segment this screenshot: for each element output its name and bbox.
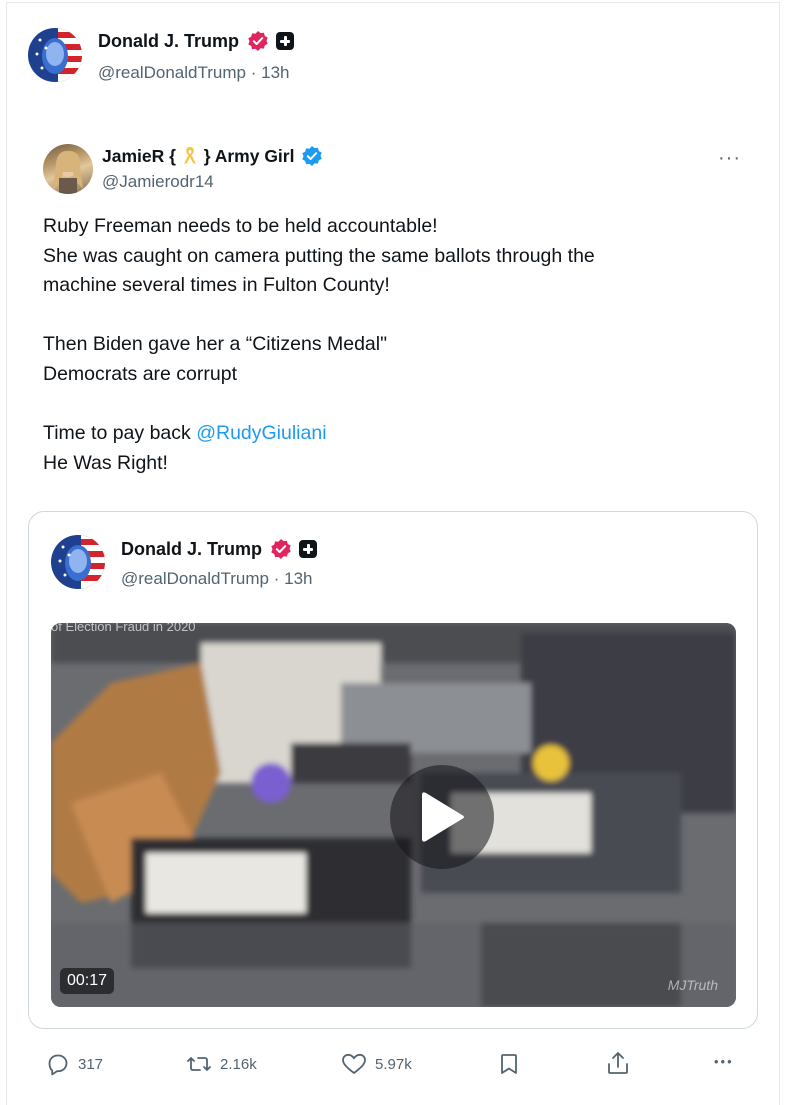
play-button[interactable] <box>390 765 494 869</box>
text-line: She was caught on camera putting the sam… <box>43 244 595 267</box>
author-avatar[interactable] <box>28 28 82 82</box>
reply-icon <box>48 1054 68 1076</box>
retweet-author-avatar[interactable] <box>43 144 93 194</box>
video-watermark: MJTruth <box>667 977 718 993</box>
reply-count: 317 <box>78 1055 104 1073</box>
play-icon <box>422 792 464 842</box>
reply-button[interactable]: 317 <box>46 1052 103 1076</box>
gov-badge-icon <box>276 32 294 50</box>
more-icon: ••• <box>714 1054 734 1069</box>
text-line: machine several times in Fulton County! <box>43 274 390 297</box>
retweet-name-suffix: } Army Girl <box>203 146 295 166</box>
repost-icon <box>187 1057 211 1071</box>
author-name[interactable]: Donald J. Trump <box>98 31 239 52</box>
retweet-text: Ruby Freeman needs to be held accountabl… <box>43 212 743 478</box>
quoted-author-avatar[interactable] <box>51 535 105 589</box>
text-line: Then Biden gave her a “Citizens Medal" <box>43 333 388 356</box>
quoted-author-handle[interactable]: @realDonaldTrump <box>121 569 269 588</box>
text-fragment: Time to pay back <box>43 422 197 445</box>
separator-dot: · <box>250 63 257 82</box>
share-icon <box>608 1052 628 1074</box>
verified-badge-icon <box>248 31 268 51</box>
bookmark-icon <box>501 1054 517 1074</box>
action-bar: 317 2.16k 5.97k ••• <box>0 1052 800 1092</box>
more-options-button[interactable]: ••• <box>714 1054 734 1069</box>
text-line: Democrats are corrupt <box>43 362 237 385</box>
video-player[interactable]: of Election Fraud in 2020 00:17 MJTruth <box>51 623 736 1007</box>
verified-badge-icon <box>271 539 291 559</box>
share-button[interactable] <box>606 1050 630 1076</box>
video-duration: 00:17 <box>60 968 115 994</box>
quoted-post-time[interactable]: 13h <box>284 569 312 588</box>
gov-badge-icon <box>299 540 317 558</box>
post-time[interactable]: 13h <box>261 63 289 82</box>
quoted-handle-row[interactable]: @realDonaldTrump · 13h <box>121 569 312 589</box>
text-line: Ruby Freeman needs to be held accountabl… <box>43 215 438 237</box>
repost-count: 2.16k <box>220 1055 257 1073</box>
yellow-ribbon-icon <box>183 147 196 164</box>
mention-link[interactable]: @RudyGiuliani <box>196 422 326 444</box>
text-line <box>43 390 743 420</box>
author-handle[interactable]: @realDonaldTrump <box>98 63 246 82</box>
author-handle-row[interactable]: @realDonaldTrump · 13h <box>98 63 289 83</box>
repost-button[interactable]: 2.16k <box>186 1052 257 1076</box>
more-options-icon[interactable]: ··· <box>718 148 741 168</box>
like-count: 5.97k <box>375 1055 412 1073</box>
retweet-author-name[interactable]: JamieR { } Army Girl <box>102 145 294 167</box>
quoted-author-name[interactable]: Donald J. Trump <box>121 539 262 560</box>
separator-dot: · <box>273 569 280 588</box>
video-caption-text: of Election Fraud in 2020 <box>51 623 196 634</box>
like-button[interactable]: 5.97k <box>341 1052 412 1076</box>
text-line-with-mention: Time to pay back @RudyGiuliani <box>43 419 743 449</box>
retweet-name-prefix: JamieR { <box>102 146 176 166</box>
text-line: He Was Right! <box>43 451 168 474</box>
blue-verified-icon <box>302 146 322 166</box>
text-line <box>43 301 743 331</box>
bookmark-button[interactable] <box>499 1052 519 1076</box>
retweet-author-handle[interactable]: @Jamierodr14 <box>102 172 214 192</box>
heart-icon <box>342 1053 366 1074</box>
